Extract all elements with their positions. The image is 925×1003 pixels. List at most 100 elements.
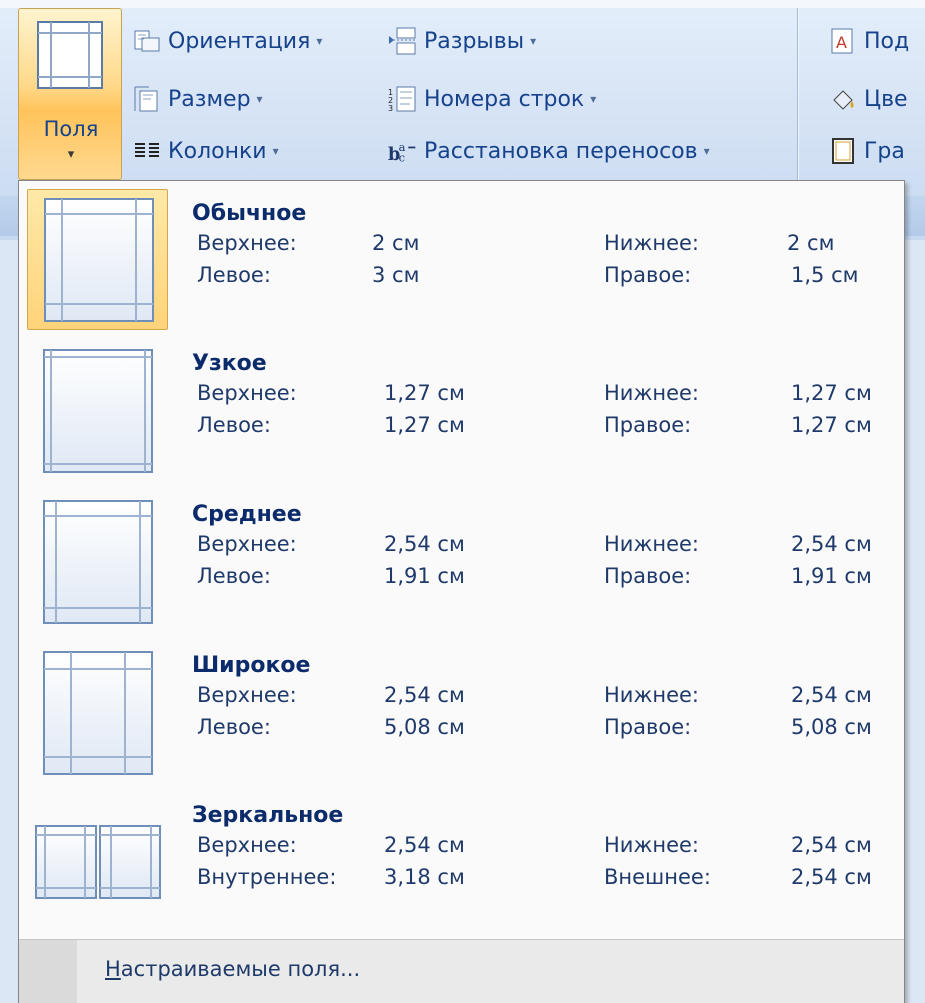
- chevron-down-icon: ▾: [67, 147, 75, 162]
- margins-button[interactable]: Поля ▾: [18, 8, 122, 180]
- option-title: Среднее: [192, 502, 302, 527]
- bottom-label: Нижнее:: [604, 683, 700, 707]
- menu-icon-gutter: [19, 940, 77, 1003]
- size-button[interactable]: Размер ▾: [132, 82, 263, 116]
- page-color-label: Цве: [864, 86, 908, 112]
- right-label: Правое:: [604, 413, 692, 437]
- option-title: Зеркальное: [192, 803, 344, 828]
- margins-dropdown-menu: Обычное Верхнее: 2 см Нижнее: 2 см Левое…: [18, 180, 905, 1003]
- watermark-icon: A: [828, 27, 858, 55]
- top-value: 2 см: [372, 231, 420, 255]
- margin-option-moderate[interactable]: Среднее Верхнее: 2,54 см Нижнее: 2,54 см…: [27, 488, 895, 633]
- left-label: Левое:: [197, 263, 271, 287]
- left-label: Левое:: [197, 564, 271, 588]
- orientation-label: Ориентация: [168, 28, 311, 54]
- size-icon: [132, 85, 162, 113]
- page-margins-narrow-icon: [43, 349, 153, 473]
- right-label: Правое:: [604, 564, 692, 588]
- top-label: Верхнее:: [197, 833, 297, 857]
- line-numbers-icon: 123: [388, 85, 418, 113]
- outside-label: Внешнее:: [604, 865, 711, 889]
- option-title: Широкое: [192, 653, 311, 678]
- orientation-button[interactable]: Ориентация ▾: [132, 24, 322, 58]
- option-thumb: [27, 490, 168, 631]
- svg-text:c: c: [399, 151, 405, 165]
- margin-option-normal[interactable]: Обычное Верхнее: 2 см Нижнее: 2 см Левое…: [27, 187, 895, 332]
- top-value: 2,54 см: [384, 833, 465, 857]
- page-color-button[interactable]: Цве: [828, 82, 908, 116]
- outside-value: 2,54 см: [791, 865, 872, 889]
- bottom-label: Нижнее:: [604, 381, 700, 405]
- page-margins-normal-icon: [44, 198, 154, 322]
- page-borders-label: Гра: [864, 138, 905, 164]
- page-borders-icon: [828, 137, 858, 165]
- bottom-label: Нижнее:: [604, 231, 700, 255]
- right-value: 1,5 см: [791, 263, 859, 287]
- bottom-label: Нижнее:: [604, 532, 700, 556]
- page-margins-wide-icon: [43, 651, 153, 775]
- hyphenation-label: Расстановка переносов: [424, 138, 698, 164]
- right-value: 5,08 см: [791, 715, 872, 739]
- left-label: Левое:: [197, 413, 271, 437]
- size-label: Размер: [168, 86, 251, 112]
- top-label: Верхнее:: [197, 683, 297, 707]
- hyphenation-icon: bac: [388, 137, 418, 165]
- custom-margins-text: астраиваемые поля...: [120, 957, 361, 981]
- bottom-value: 2,54 см: [791, 532, 872, 556]
- hyphenation-button[interactable]: bac Расстановка переносов ▾: [388, 134, 710, 168]
- ribbon-top-border: [0, 0, 925, 8]
- margins-icon: [37, 21, 103, 89]
- breaks-icon: [388, 27, 418, 55]
- option-thumb: [27, 791, 168, 932]
- top-label: Верхнее:: [197, 532, 297, 556]
- margins-button-label: Поля: [43, 117, 99, 141]
- bottom-value: 2 см: [787, 231, 835, 255]
- custom-margins-item[interactable]: Настраиваемые поля...: [19, 939, 904, 1003]
- page-margins-moderate-icon: [43, 500, 153, 624]
- top-value: 1,27 см: [384, 381, 465, 405]
- inside-value: 3,18 см: [384, 865, 465, 889]
- page-borders-button[interactable]: Гра: [828, 134, 905, 168]
- chevron-down-icon: ▾: [530, 34, 537, 48]
- columns-label: Колонки: [168, 138, 267, 164]
- right-value: 1,27 см: [791, 413, 872, 437]
- chevron-down-icon: ▾: [272, 144, 279, 158]
- right-label: Правое:: [604, 715, 692, 739]
- line-numbers-button[interactable]: 123 Номера строк ▾: [388, 82, 596, 116]
- left-value: 1,91 см: [384, 564, 465, 588]
- left-label: Левое:: [197, 715, 271, 739]
- option-title: Узкое: [192, 351, 267, 376]
- margin-option-narrow[interactable]: Узкое Верхнее: 1,27 см Нижнее: 1,27 см Л…: [27, 337, 895, 482]
- left-value: 5,08 см: [384, 715, 465, 739]
- option-title: Обычное: [192, 201, 307, 226]
- breaks-label: Разрывы: [424, 28, 525, 54]
- selected-highlight: [27, 189, 168, 330]
- inside-label: Внутреннее:: [197, 865, 337, 889]
- breaks-button[interactable]: Разрывы ▾: [388, 24, 536, 58]
- bottom-value: 1,27 см: [791, 381, 872, 405]
- page-margins-mirrored-icon: [35, 825, 161, 899]
- watermark-button[interactable]: A Под: [828, 24, 909, 58]
- left-value: 1,27 см: [384, 413, 465, 437]
- margin-option-wide[interactable]: Широкое Верхнее: 2,54 см Нижнее: 2,54 см…: [27, 639, 895, 784]
- bottom-value: 2,54 см: [791, 833, 872, 857]
- columns-button[interactable]: Колонки ▾: [132, 134, 279, 168]
- columns-icon: [132, 137, 162, 165]
- svg-text:3: 3: [388, 104, 393, 113]
- option-thumb: [27, 641, 168, 782]
- group-separator: [797, 8, 798, 196]
- right-label: Правое:: [604, 263, 692, 287]
- watermark-label: Под: [864, 28, 910, 54]
- chevron-down-icon: ▾: [316, 34, 323, 48]
- access-key-letter: Н: [105, 957, 121, 981]
- chevron-down-icon: ▾: [703, 144, 710, 158]
- custom-margins-label: Настраиваемые поля...: [105, 957, 360, 981]
- bottom-label: Нижнее:: [604, 833, 700, 857]
- margin-option-mirrored[interactable]: Зеркальное Верхнее: 2,54 см Нижнее: 2,54…: [27, 789, 895, 934]
- top-value: 2,54 см: [384, 683, 465, 707]
- left-value: 3 см: [372, 263, 420, 287]
- top-value: 2,54 см: [384, 532, 465, 556]
- top-label: Верхнее:: [197, 381, 297, 405]
- option-thumb: [27, 339, 168, 480]
- right-value: 1,91 см: [791, 564, 872, 588]
